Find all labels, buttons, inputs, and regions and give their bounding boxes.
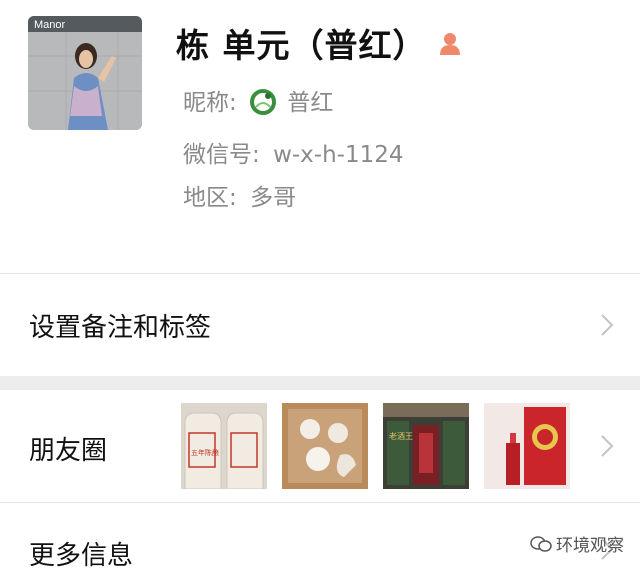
nickname-value: 普红 (287, 90, 334, 116)
region-line: 地区: 多哥 (183, 178, 296, 212)
female-person-icon (437, 30, 463, 56)
red-gift-box-thumb[interactable] (484, 403, 570, 489)
white-jars-box-thumb[interactable] (282, 403, 368, 489)
wechat-id-line: 微信号: w-x-h-1124 (183, 135, 404, 169)
watermark: 环境观察 (530, 531, 624, 556)
contact-name-row: 栋 单元（普红） (176, 16, 463, 70)
thumb-label: 五年陈酿 (191, 448, 219, 457)
watermark-text: 环境观察 (556, 536, 624, 556)
moments-thumbnails: 五年陈酿 老酒王 (181, 403, 570, 489)
moments-label: 朋友圈 (29, 436, 108, 466)
contact-name: 栋 单元（普红） (176, 26, 427, 65)
section-separator (0, 376, 640, 390)
nickname-line: 昵称: 普红 (183, 83, 333, 117)
region-label: 地区: (183, 185, 237, 211)
avatar-sign-text: Manor (34, 19, 66, 31)
more-info-label: 更多信息 (29, 541, 134, 571)
avatar[interactable]: Manor (28, 16, 142, 130)
thumb-label: 老酒王 (389, 431, 413, 441)
chat-bubble-icon (530, 535, 552, 552)
wechat-id-label: 微信号: (183, 142, 260, 168)
baijiu-bottles-thumb[interactable]: 五年陈酿 (181, 403, 267, 489)
chevron-right-icon (601, 435, 614, 457)
avatar-photo: Manor (28, 16, 142, 130)
laojiuwang-boxes-thumb[interactable]: 老酒王 (383, 403, 469, 489)
dragon-emoji-icon (250, 89, 277, 115)
set-remark-label: 设置备注和标签 (29, 313, 212, 343)
chevron-right-icon (601, 314, 614, 336)
profile-header: Manor 栋 单元（普红） 昵称: 普红 微信号: w-x-h-1124 地区… (0, 0, 640, 272)
region-value: 多哥 (250, 185, 297, 211)
set-remark-and-tags-row[interactable]: 设置备注和标签 (0, 274, 640, 376)
nickname-label: 昵称: (183, 90, 237, 116)
wechat-id-value: w-x-h-1124 (273, 142, 404, 168)
